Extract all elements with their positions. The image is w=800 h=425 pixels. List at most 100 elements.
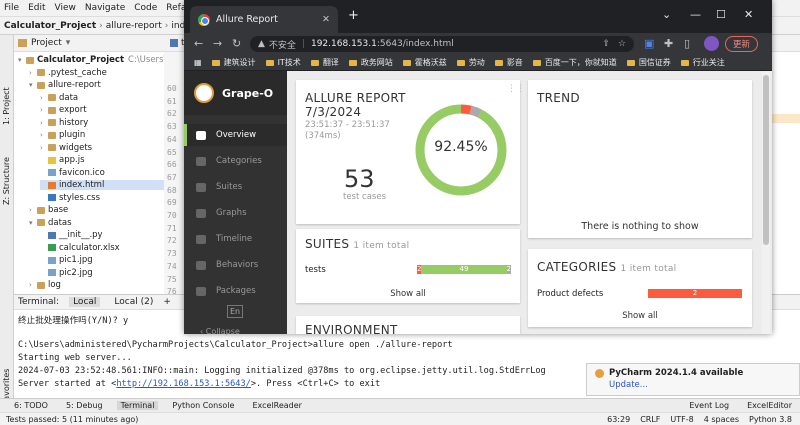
bookmark-item[interactable]: 霍格沃兹 [402, 57, 447, 68]
not-secure-label[interactable]: 不安全 [269, 38, 296, 51]
chevron-down-icon[interactable]: ▾ [66, 38, 71, 48]
sidebar-icon[interactable]: ▯ [684, 37, 690, 50]
scrollbar-thumb[interactable] [763, 75, 769, 245]
tree-item[interactable]: › plugin [40, 130, 85, 140]
tree-item[interactable]: ▾ datas [29, 218, 72, 228]
terminal-tab[interactable]: Terminal [116, 401, 159, 410]
crumb-project[interactable]: Calculator_Project [4, 21, 96, 31]
warning-icon[interactable]: ▲ [258, 39, 265, 49]
project-tool-tab[interactable]: 1: Project [2, 87, 11, 125]
forward-icon[interactable]: → [213, 37, 222, 50]
tree-item[interactable]: › log [29, 280, 61, 290]
tree-item[interactable]: styles.css [40, 193, 100, 203]
tree-item[interactable]: favicon.ico [40, 168, 105, 178]
update-notification[interactable]: PyCharm 2024.1.4 available Update... [586, 363, 800, 396]
bookmark-item[interactable]: 百度一下，你就知道 [532, 57, 617, 68]
bookmark-item[interactable]: 国信证券 [626, 57, 671, 68]
drag-handle-icon[interactable]: ⋮⋮ [507, 84, 525, 94]
bookmark-item[interactable]: 影音 [494, 57, 523, 68]
maximize-icon[interactable]: ☐ [716, 8, 726, 21]
tree-item[interactable]: ▾ Calculator_ProjectC:\Users\a [18, 55, 164, 65]
bookmark-item[interactable]: IT技术 [265, 57, 301, 68]
terminal-tab-local[interactable]: Local [69, 297, 101, 307]
back-icon[interactable]: ← [194, 37, 203, 50]
nav-item-categories[interactable]: Categories [184, 150, 287, 172]
tree-arrow-icon[interactable]: › [29, 206, 37, 214]
tree-arrow-icon[interactable]: › [40, 106, 48, 114]
extensions-icon[interactable]: ✚ [664, 37, 673, 50]
collapse-button[interactable]: ‹ Collapse [200, 327, 240, 336]
nav-item-suites[interactable]: Suites [184, 176, 287, 198]
tree-item[interactable]: pic1.jpg [40, 255, 93, 265]
share-icon[interactable]: ⇪ [602, 39, 610, 49]
excelreader-tab[interactable]: ExcelReader [248, 401, 306, 410]
tree-item[interactable]: › history [40, 118, 88, 128]
suite-name[interactable]: tests [305, 265, 326, 275]
server-url-link[interactable]: http://192.168.153.1:5643/ [116, 379, 251, 389]
tree-item[interactable]: __init__.py [40, 230, 103, 240]
minimize-icon[interactable]: — [690, 8, 701, 21]
bookmark-item[interactable]: 行业关注 [680, 57, 725, 68]
category-count-bar[interactable]: 2 [648, 289, 742, 298]
tree-arrow-icon[interactable]: › [29, 281, 37, 289]
categories-show-all[interactable]: Show all [528, 311, 752, 321]
close-window-icon[interactable]: ✕ [744, 8, 753, 21]
reload-icon[interactable]: ↻ [232, 37, 241, 50]
bookmark-star-icon[interactable]: ☆ [618, 39, 626, 49]
browser-tab[interactable]: Allure Report ✕ [190, 6, 338, 33]
tree-arrow-icon[interactable]: › [29, 69, 37, 77]
tab-search-icon[interactable]: ⌄ [662, 8, 671, 21]
tree-arrow-icon[interactable]: › [40, 119, 48, 127]
tree-item[interactable]: › data [40, 93, 78, 103]
category-name[interactable]: Product defects [537, 289, 603, 299]
terminal-tab-local-2[interactable]: Local (2) [110, 297, 157, 307]
tree-item[interactable]: › base [29, 205, 68, 215]
address-bar[interactable]: ▲ 不安全 | 192.168.153.1 :5643/index.html ⇪… [250, 36, 634, 52]
structure-tool-tab[interactable]: Z: Structure [2, 157, 11, 205]
nav-item-behaviors[interactable]: Behaviors [184, 254, 287, 276]
tree-item[interactable]: ▾ allure-report [29, 80, 101, 90]
tree-arrow-icon[interactable]: › [40, 131, 48, 139]
nav-item-overview[interactable]: Overview [184, 124, 287, 146]
tree-arrow-icon[interactable]: › [40, 94, 48, 102]
suite-status-bar[interactable]: 2 49 2 [417, 265, 511, 274]
profile-avatar[interactable] [704, 36, 719, 51]
bookmark-item[interactable]: 劳动 [456, 57, 485, 68]
bookmark-item[interactable]: 政务网站 [348, 57, 393, 68]
page-scrollbar[interactable] [762, 71, 770, 334]
apps-icon[interactable]: ▦ [194, 58, 202, 67]
tree-arrow-icon[interactable]: ▾ [29, 219, 37, 227]
menu-navigate[interactable]: Navigate [85, 3, 125, 13]
nav-item-graphs[interactable]: Graphs [184, 202, 287, 224]
file-encoding[interactable]: UTF-8 [670, 415, 693, 424]
debug-tab[interactable]: 5: Debug [62, 401, 107, 410]
menu-view[interactable]: View [55, 3, 76, 13]
tree-item[interactable]: › export [40, 105, 87, 115]
new-tab-button[interactable]: + [348, 8, 359, 23]
status-message[interactable]: Tests passed: 5 (11 minutes ago) [6, 415, 138, 424]
tree-arrow-icon[interactable]: ▾ [18, 56, 26, 64]
event-log-tab[interactable]: Event Log [685, 401, 733, 410]
tree-arrow-icon[interactable]: › [40, 144, 48, 152]
language-switch[interactable]: En [227, 305, 243, 318]
menu-code[interactable]: Code [134, 3, 157, 13]
bookmark-item[interactable]: 翻译 [310, 57, 339, 68]
caret-position[interactable]: 63:29 [607, 415, 630, 424]
tree-item[interactable]: calculator.xlsx [40, 243, 120, 253]
nav-item-timeline[interactable]: Timeline [184, 228, 287, 250]
python-interpreter[interactable]: Python 3.8 [749, 415, 792, 424]
add-terminal-button[interactable]: + [163, 297, 171, 307]
project-panel-title[interactable]: Project [31, 38, 62, 48]
tree-arrow-icon[interactable]: ▾ [29, 81, 37, 89]
todo-tab[interactable]: 6: TODO [10, 401, 52, 410]
tree-item[interactable]: › .pytest_cache [29, 68, 107, 78]
close-tab-icon[interactable]: ✕ [322, 14, 330, 25]
allure-brand[interactable]: Grape-O [184, 71, 287, 115]
tree-item[interactable]: pic2.jpg [40, 268, 93, 278]
python-console-tab[interactable]: Python Console [168, 401, 238, 410]
indent-setting[interactable]: 4 spaces [704, 415, 739, 424]
crumb-folder[interactable]: allure-report [106, 21, 162, 31]
suites-show-all[interactable]: Show all [296, 289, 520, 299]
tree-item[interactable]: index.html [40, 180, 164, 190]
tree-item[interactable]: › widgets [40, 143, 92, 153]
